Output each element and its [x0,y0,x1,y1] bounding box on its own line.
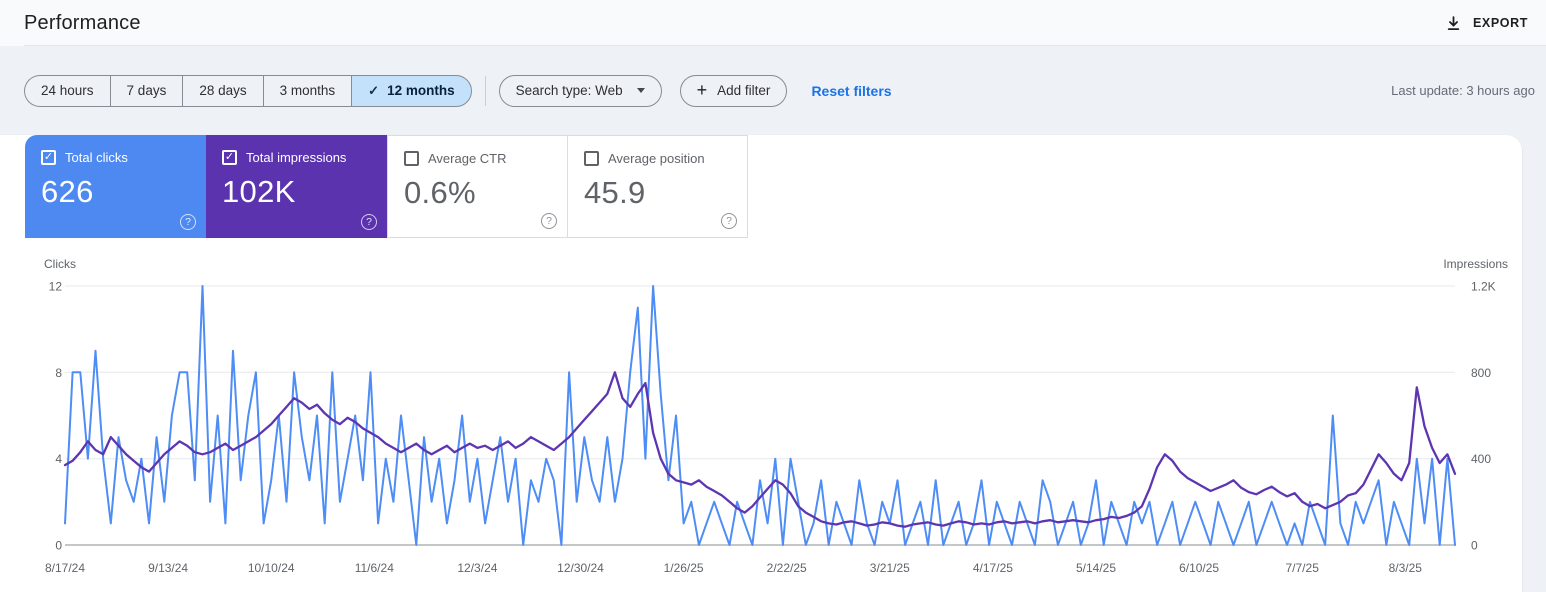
content-card: ✓ Total clicks 626? ✓ Total impressions 102K?… [0,135,1522,592]
series-line-clicks[interactable] [65,286,1455,545]
x-axis-tick-label: 5/14/25 [1076,561,1116,575]
tab-range-3-months[interactable]: 3 months [263,75,352,107]
x-axis-tick-label: 8/3/25 [1389,561,1423,575]
x-axis-tick-label: 10/10/24 [248,561,295,575]
right-axis-tick-label: 800 [1471,366,1491,380]
metric-card-total-impressions[interactable]: ✓ Total impressions 102K? [206,135,387,238]
metric-card-header: Average CTR [404,151,553,166]
x-axis-tick-label: 1/26/25 [664,561,704,575]
help-icon[interactable]: ? [361,214,377,230]
performance-chart[interactable]: 0 0 4 400 8 800 12 1.2K Clicks Impressions 8/17/24… [0,254,1522,592]
filter-bar: 24 hours7 days28 days3 months✓12 months … [0,46,1546,135]
metric-card-header: ✓ Total impressions [222,150,373,165]
tab-label: 24 hours [41,83,94,98]
chevron-down-icon [637,88,645,93]
tab-label: 7 days [127,83,167,98]
metric-label: Total clicks [65,150,128,165]
metric-value: 45.9 [584,175,733,211]
download-icon [1445,15,1462,32]
right-axis-tick-label: 0 [1471,539,1478,553]
metric-card-header: ✓ Total clicks [41,150,192,165]
right-axis-tick-label: 400 [1471,452,1491,466]
left-axis-tick-label: 0 [55,539,62,553]
metric-value: 626 [41,174,192,210]
left-axis-tick-label: 8 [55,366,62,380]
add-filter-button[interactable]: + Add filter [680,75,788,107]
tab-range-12-months[interactable]: ✓ 12 months [351,75,471,107]
checkbox-unchecked-icon[interactable] [404,151,419,166]
check-icon: ✓ [368,83,379,99]
right-axis-tick-label: 1.2K [1471,280,1496,294]
right-axis-title: Impressions [1443,257,1508,271]
x-axis-tick-label: 9/13/24 [148,561,188,575]
tab-range-28-days[interactable]: 28 days [182,75,262,107]
left-axis-tick-label: 12 [49,280,63,294]
export-label: EXPORT [1473,16,1528,30]
x-axis-tick-label: 2/22/25 [767,561,807,575]
x-axis-tick-label: 12/30/24 [557,561,604,575]
clicks-impressions-chart[interactable]: 0 0 4 400 8 800 12 1.2K Clicks Impressions 8/17/24… [0,254,1522,592]
metric-card-average-position[interactable]: Average position 45.9? [567,135,748,238]
metric-label: Total impressions [246,150,346,165]
checkbox-checked-icon[interactable]: ✓ [222,150,237,165]
metric-value: 0.6% [404,175,553,211]
help-icon[interactable]: ? [180,214,196,230]
left-axis-tick-label: 4 [55,452,62,466]
reset-filters-link[interactable]: Reset filters [805,79,897,103]
tab-label: 3 months [280,83,336,98]
tab-label: 28 days [199,83,246,98]
metric-value: 102K [222,174,373,210]
export-button[interactable]: EXPORT [1437,9,1536,38]
series-line-impressions[interactable] [65,372,1455,526]
x-axis-tick-label: 3/21/25 [870,561,910,575]
help-icon[interactable]: ? [721,213,737,229]
page-header: Performance EXPORT [0,0,1546,46]
divider [485,76,486,106]
metric-label: Average CTR [428,151,507,166]
metric-cards: ✓ Total clicks 626? ✓ Total impressions 102K?… [0,135,1522,238]
x-axis-tick-label: 12/3/24 [457,561,497,575]
page-title: Performance [24,12,141,35]
plus-icon: + [697,81,708,99]
date-range-tabs: 24 hours 7 days 28 days 3 months ✓ 12 months [24,75,472,107]
x-axis-tick-label: 11/6/24 [355,561,394,575]
help-icon[interactable]: ? [541,213,557,229]
metric-card-average-ctr[interactable]: Average CTR 0.6%? [387,135,568,238]
x-axis-tick-label: 8/17/24 [45,561,85,575]
metric-card-total-clicks[interactable]: ✓ Total clicks 626? [25,135,206,238]
checkbox-checked-icon[interactable]: ✓ [41,150,56,165]
x-axis-tick-label: 7/7/25 [1286,561,1320,575]
tab-range-24-hours[interactable]: 24 hours [24,75,110,107]
search-type-label: Search type: Web [516,83,623,98]
metric-label: Average position [608,151,705,166]
x-axis-tick-label: 4/17/25 [973,561,1013,575]
left-axis-title: Clicks [44,257,76,271]
last-update-text: Last update: 3 hours ago [1391,83,1536,98]
checkbox-unchecked-icon[interactable] [584,151,599,166]
x-axis-tick-label: 6/10/25 [1179,561,1219,575]
add-filter-label: Add filter [717,83,770,98]
tab-range-7-days[interactable]: 7 days [110,75,183,107]
metric-card-header: Average position [584,151,733,166]
search-type-dropdown[interactable]: Search type: Web [499,75,662,107]
tab-label: 12 months [387,83,455,98]
